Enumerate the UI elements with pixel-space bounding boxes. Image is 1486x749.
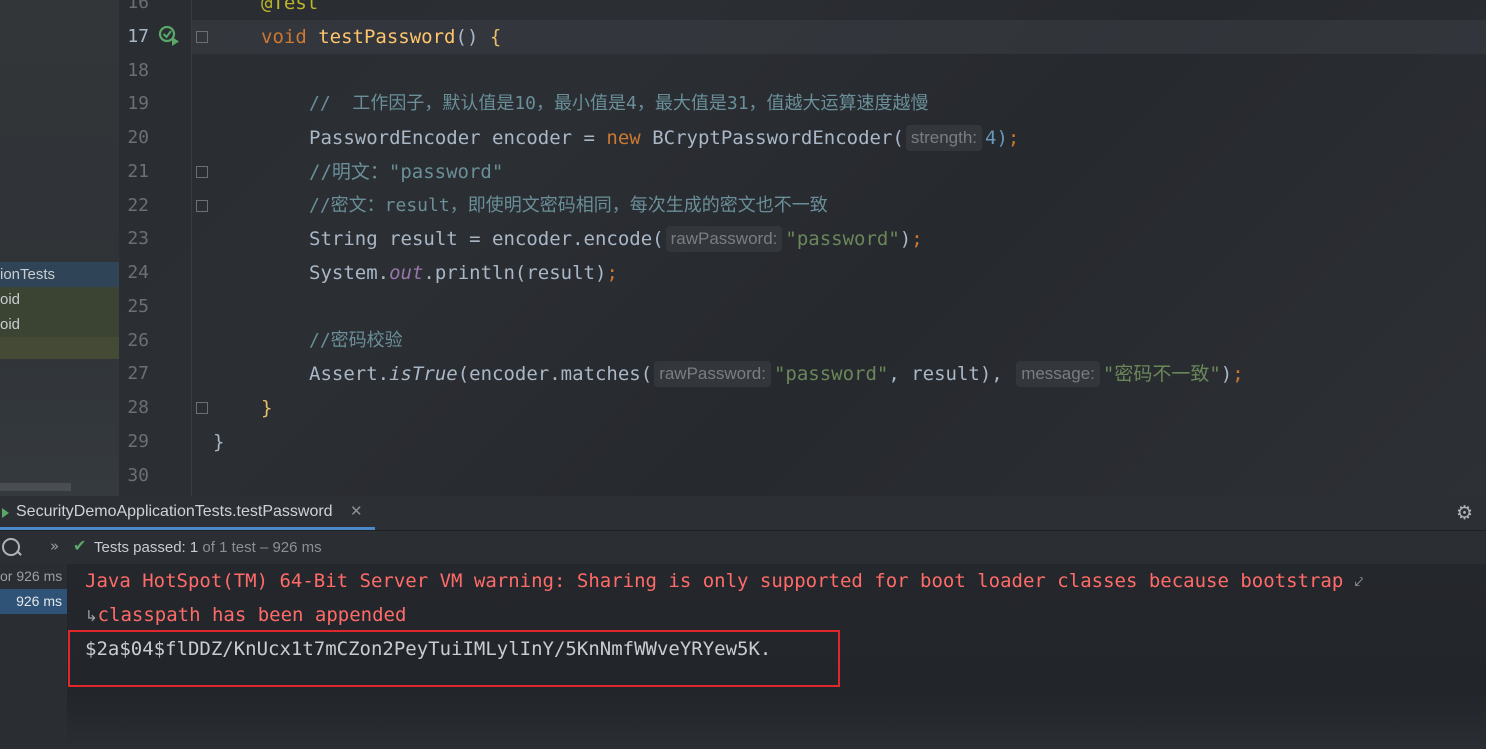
- run-toolbar: » ✔ Tests passed: 1 of 1 test – 926 ms: [0, 531, 1486, 564]
- code-text: ): [899, 228, 912, 250]
- project-tree: ionTests oid oid: [0, 262, 119, 359]
- soft-wrap-icon: ↳: [85, 607, 98, 625]
- code-editor[interactable]: ionTests oid oid 16 17 18 19 20 21 22 23…: [0, 0, 1486, 496]
- test-tree-row[interactable]: or 926 ms: [0, 564, 67, 589]
- line-number: 25: [127, 296, 149, 317]
- run-tab-label: SecurityDemoApplicationTests.testPasswor…: [16, 503, 333, 520]
- parameter-hint: rawPassword:: [665, 226, 783, 252]
- console-warning-line: Java HotSpot(TM) 64-Bit Server VM warnin…: [85, 564, 1363, 598]
- horizontal-scrollbar[interactable]: [0, 483, 71, 491]
- comment-string: "password": [388, 161, 504, 183]
- fold-marker-icon[interactable]: [196, 200, 208, 212]
- line-number: 23: [127, 228, 149, 249]
- code-line-23[interactable]: String result = encoder.encode(rawPasswo…: [309, 222, 923, 256]
- static-field: out: [389, 262, 424, 284]
- tree-item-empty: [0, 337, 119, 359]
- tree-item-class[interactable]: ionTests: [0, 262, 119, 287]
- code-line-21[interactable]: //明文："password": [309, 155, 503, 189]
- fold-marker-icon[interactable]: [196, 31, 208, 43]
- code-text: (): [455, 26, 490, 48]
- fold-marker-icon[interactable]: [196, 166, 208, 178]
- project-tree-panel: ionTests oid oid: [0, 0, 119, 496]
- console-warning-line: ↳classpath has been appended: [85, 598, 406, 632]
- highlight-box: [68, 630, 840, 687]
- parameter-hint: rawPassword:: [654, 361, 771, 387]
- warning-text: Java HotSpot(TM) 64-Bit Server VM warnin…: [85, 570, 1344, 592]
- code-text: System.: [309, 262, 390, 284]
- line-number: 26: [127, 330, 149, 351]
- code-line-29[interactable]: }: [213, 425, 224, 459]
- status-count: 1: [189, 539, 199, 556]
- line-number: 27: [127, 363, 149, 384]
- code-text: Assert.: [309, 363, 390, 385]
- check-icon: ✔: [73, 536, 87, 555]
- line-number: 30: [127, 465, 149, 486]
- string-literal: "密码不一致": [1102, 363, 1221, 385]
- code-text: PasswordEncoder encoder =: [309, 127, 607, 149]
- semicolon: ;: [606, 262, 618, 284]
- code-line-19-comment[interactable]: // 工作因子，默认值是10，最小值是4，最大值是31，值越大运算速度越慢: [309, 87, 929, 121]
- close-icon[interactable]: ✕: [350, 502, 363, 520]
- gear-icon[interactable]: ⚙: [1456, 502, 1473, 524]
- fold-guide: [191, 0, 192, 496]
- line-number: 19: [127, 93, 149, 114]
- code-text: (encoder.matches(: [457, 363, 653, 385]
- status-detail: of 1 test – 926 ms: [198, 539, 322, 556]
- soft-wrap-icon: ⤦: [1354, 573, 1364, 591]
- keyword: new: [606, 127, 641, 149]
- keyword: void: [261, 26, 307, 48]
- test-tree-row-selected[interactable]: 926 ms: [0, 589, 67, 614]
- code-text: , result),: [888, 363, 1015, 385]
- line-number: 28: [127, 397, 149, 418]
- code-text: ): [1220, 363, 1233, 385]
- run-test-icon[interactable]: [158, 24, 180, 48]
- parameter-hint: message:: [1016, 361, 1100, 387]
- string-literal: "password": [773, 363, 889, 385]
- search-icon[interactable]: [2, 538, 20, 556]
- line-number: 29: [127, 431, 149, 452]
- tree-item-method[interactable]: oid: [0, 312, 119, 337]
- fold-marker-icon[interactable]: [196, 402, 208, 414]
- code-line-26-comment[interactable]: //密码校验: [309, 324, 403, 358]
- code-line-28[interactable]: }: [261, 391, 272, 425]
- static-method: isTrue: [389, 363, 458, 385]
- run-tool-window: SecurityDemoApplicationTests.testPasswor…: [0, 496, 1486, 749]
- line-number: 22: [127, 195, 149, 216]
- code-line-17[interactable]: void testPassword() {: [261, 20, 501, 54]
- code-text: BCryptPasswordEncoder(: [640, 127, 904, 149]
- line-number: 20: [127, 127, 149, 148]
- test-results-tree: or 926 ms 926 ms: [0, 564, 67, 749]
- line-number: 16: [127, 0, 149, 13]
- run-tab[interactable]: SecurityDemoApplicationTests.testPasswor…: [0, 496, 375, 530]
- line-number: 24: [127, 262, 149, 283]
- parameter-hint: strength:: [905, 125, 983, 151]
- open-brace: {: [489, 26, 502, 48]
- play-icon: [2, 508, 9, 518]
- semicolon: ;: [911, 228, 923, 250]
- code-text: .println(result): [423, 262, 607, 284]
- method-name: testPassword: [318, 26, 456, 48]
- chevron-double-right-icon[interactable]: »: [50, 537, 59, 555]
- semicolon: ;: [1232, 363, 1244, 385]
- comment: //明文：: [309, 161, 389, 183]
- test-status: Tests passed: 1 of 1 test – 926 ms: [94, 539, 322, 556]
- run-tab-bar: SecurityDemoApplicationTests.testPasswor…: [0, 496, 1486, 531]
- code-text: String result = encoder.encode(: [309, 228, 664, 250]
- semicolon: ;: [1007, 127, 1020, 149]
- code-line-27[interactable]: Assert.isTrue(encoder.matches(rawPasswor…: [309, 357, 1244, 391]
- line-number-gutter: 16 17 18 19 20 21 22 23 24 25 26 27 28 2…: [119, 0, 189, 496]
- line-number: 21: [127, 161, 149, 182]
- code-number: 4): [985, 127, 1008, 149]
- code-line-16[interactable]: @Test: [261, 0, 318, 20]
- code-line-22-comment[interactable]: //密文：result，即使明文密码相同，每次生成的密文也不一致: [309, 189, 828, 223]
- code-line-20[interactable]: PasswordEncoder encoder = new BCryptPass…: [309, 121, 1019, 155]
- line-number: 18: [127, 60, 149, 81]
- tree-item-method[interactable]: oid: [0, 287, 119, 312]
- warning-text: classpath has been appended: [97, 604, 407, 626]
- status-label: Tests passed:: [94, 539, 190, 556]
- line-number-current: 17: [127, 26, 149, 47]
- string-literal: "password": [785, 228, 900, 250]
- code-line-24[interactable]: System.out.println(result);: [309, 256, 618, 290]
